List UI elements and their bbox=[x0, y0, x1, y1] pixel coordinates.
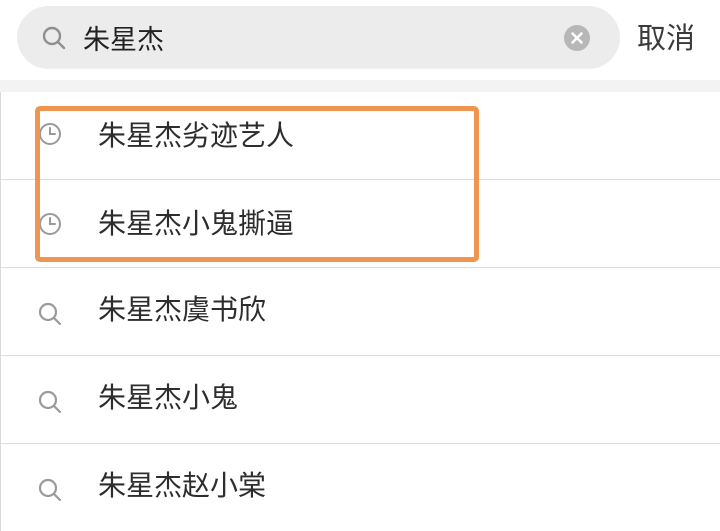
search-icon bbox=[38, 302, 62, 326]
header-divider bbox=[0, 80, 720, 92]
search-bar[interactable] bbox=[17, 6, 620, 69]
suggestion-item-label: 朱星杰赵小棠 bbox=[98, 469, 267, 502]
search-results-list: 朱星杰劣迹艺人 朱星杰小鬼撕逼 朱星杰虞书欣 朱星杰小鬼 朱星杰赵小棠 bbox=[0, 92, 720, 531]
search-icon bbox=[42, 26, 66, 50]
suggestion-item[interactable]: 朱星杰虞书欣 bbox=[1, 268, 720, 356]
cancel-button[interactable]: 取消 bbox=[637, 16, 707, 60]
suggestion-item-label: 朱星杰虞书欣 bbox=[98, 293, 267, 326]
history-item-label: 朱星杰小鬼撕逼 bbox=[98, 207, 295, 240]
search-icon bbox=[38, 478, 62, 502]
history-item[interactable]: 朱星杰劣迹艺人 bbox=[1, 92, 720, 180]
suggestion-item-label: 朱星杰小鬼 bbox=[98, 381, 239, 414]
suggestion-item[interactable]: 朱星杰赵小棠 bbox=[1, 444, 720, 531]
clear-search-icon[interactable] bbox=[564, 25, 590, 51]
search-header: 取消 bbox=[0, 0, 720, 80]
suggestion-item[interactable]: 朱星杰小鬼 bbox=[1, 356, 720, 444]
history-item[interactable]: 朱星杰小鬼撕逼 bbox=[1, 180, 720, 268]
search-screen: 取消 朱星杰劣迹艺人 朱星杰小鬼撕逼 朱星杰虞书欣 bbox=[0, 0, 720, 531]
history-clock-icon bbox=[39, 123, 61, 145]
search-input[interactable] bbox=[83, 12, 553, 63]
history-clock-icon bbox=[39, 213, 61, 235]
history-item-label: 朱星杰劣迹艺人 bbox=[98, 119, 295, 152]
search-icon bbox=[38, 390, 62, 414]
